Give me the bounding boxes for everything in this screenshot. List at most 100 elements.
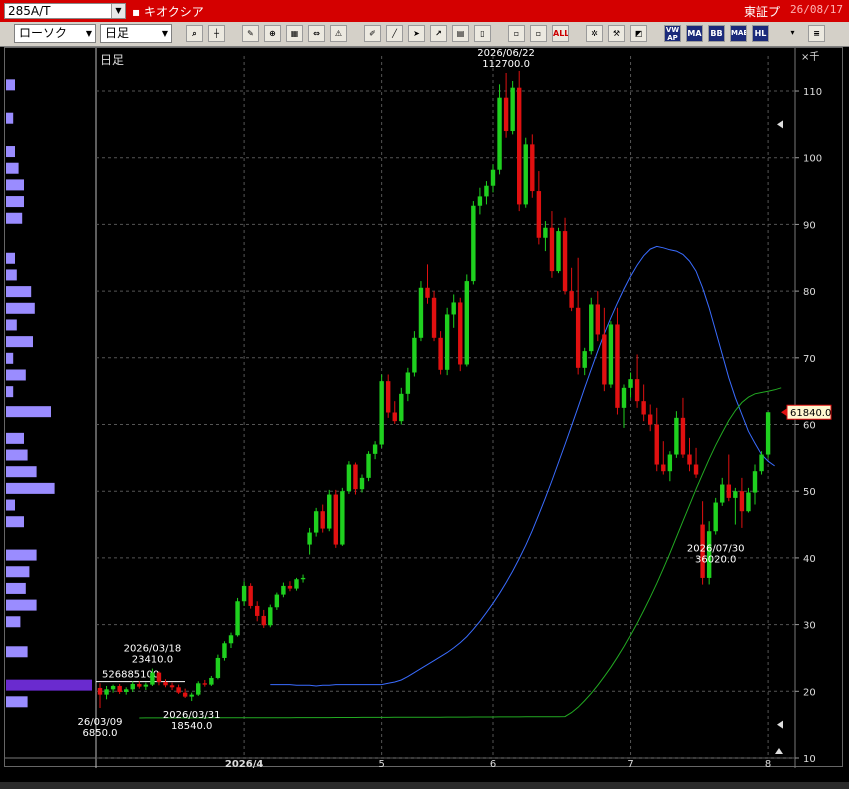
candle-body	[517, 87, 522, 205]
candle-body	[346, 464, 352, 492]
bottom-scrollbar[interactable]	[0, 782, 849, 789]
candle-body	[150, 672, 155, 685]
candle-body	[477, 196, 483, 206]
tools-icon[interactable]: ⚒	[608, 25, 625, 42]
candle-body	[575, 307, 581, 368]
trash-icon[interactable]: ▯	[474, 25, 491, 42]
candle-body	[497, 97, 502, 170]
candle-body	[248, 585, 253, 606]
x-tick-label: 6	[490, 759, 496, 768]
candle-body	[431, 297, 437, 338]
candle-body	[169, 685, 175, 688]
crosshair-icon[interactable]: ┼	[208, 25, 225, 42]
candle-body	[235, 601, 240, 636]
candle-body	[228, 635, 234, 644]
pen-icon[interactable]: ✐	[364, 25, 381, 42]
candle-body	[471, 205, 476, 282]
draw-icon[interactable]: ✎	[242, 25, 259, 42]
line-tool-icon[interactable]: ╱	[386, 25, 403, 42]
x-tick-label: 7	[627, 759, 633, 768]
table-icon[interactable]: ▦	[286, 25, 303, 42]
candle-body	[274, 594, 280, 608]
cursor-icon[interactable]: ↗	[430, 25, 447, 42]
candle-body	[621, 387, 627, 408]
candle-body	[176, 687, 181, 693]
zoom-icon[interactable]: ⊕	[264, 25, 281, 42]
hl-icon[interactable]: HL	[752, 25, 769, 42]
chevron-down-icon: ▼	[85, 29, 92, 38]
candle-body	[484, 185, 489, 197]
volume-profile-bar	[6, 79, 15, 91]
candle-body	[713, 502, 718, 532]
news-icon[interactable]: ⇔	[308, 25, 325, 42]
candle-body	[222, 643, 227, 658]
memo-icon[interactable]: ▤	[452, 25, 469, 42]
candle-body	[320, 511, 325, 529]
candle-body	[759, 454, 764, 472]
candle-body	[104, 689, 109, 695]
chart-area[interactable]: 10 20 30 40 50 60 70 80 90 100 110 2026/4 5 6 7 8 ×千 日足 52…	[4, 47, 844, 770]
candle-body	[327, 494, 332, 529]
list-icon[interactable]: ≡	[808, 25, 825, 42]
volume-profile-bar	[6, 252, 15, 264]
y-tick-label: 10	[803, 754, 816, 765]
mae-icon[interactable]: MAE	[730, 25, 747, 42]
volume-profile-bar	[6, 566, 30, 578]
candle-body	[687, 454, 692, 465]
candle-body	[693, 464, 699, 475]
symbol-input[interactable]: 285A/T ▼	[4, 3, 126, 19]
candle-body	[674, 417, 679, 455]
candle-body	[405, 372, 411, 394]
y-tick-label: 60	[803, 421, 816, 432]
chevron-down-icon: ▼	[161, 29, 168, 38]
candle-body	[569, 291, 574, 308]
x-tick-label: 8	[765, 759, 771, 768]
candle-body	[130, 683, 135, 690]
alert-icon[interactable]: ⚠	[330, 25, 347, 42]
settings-icon[interactable]: ✲	[586, 25, 603, 42]
candle-body	[752, 471, 758, 493]
candle-body	[661, 464, 666, 472]
volume-profile-bar	[6, 146, 15, 158]
box2-icon[interactable]: ▫	[530, 25, 547, 42]
candle-body	[340, 491, 345, 545]
y-tick-label: 110	[803, 87, 822, 98]
volume-profile-bar	[6, 466, 37, 478]
annotation-value: 112700.0	[482, 59, 530, 70]
expand-icon[interactable]: ▾	[784, 25, 801, 42]
candle-body	[595, 304, 600, 335]
pointer-icon[interactable]: ➤	[408, 25, 425, 42]
stock-name: ▪ キオクシア	[132, 5, 204, 19]
palette-icon[interactable]: ◩	[630, 25, 647, 42]
bb-icon[interactable]: BB	[708, 25, 725, 42]
candle-body	[765, 412, 771, 455]
chart-type-select[interactable]: ローソク ▼	[14, 24, 96, 43]
period-select[interactable]: 日足 ▼	[100, 24, 172, 43]
chart-type-value: ローソク	[19, 26, 68, 40]
chevron-down-icon[interactable]: ▼	[111, 4, 125, 18]
vwap-icon[interactable]: VW AP	[664, 25, 681, 42]
volume-profile-bar	[6, 179, 24, 191]
volume-profile-bar	[6, 369, 26, 381]
candle-body	[438, 337, 443, 370]
candle-body	[379, 381, 384, 445]
volume-profile-bar	[6, 302, 35, 314]
volume-profile-bar	[6, 432, 24, 444]
candle-body	[366, 453, 371, 478]
annotation-value: 18540.0	[171, 721, 212, 732]
candle-body	[143, 684, 149, 687]
box-icon[interactable]: ▫	[508, 25, 525, 42]
search-icon[interactable]: ⌕	[186, 25, 203, 42]
annotation-date: 2026/07/30	[687, 544, 745, 555]
candle-body	[110, 685, 116, 690]
y-tick-label: 100	[803, 154, 822, 165]
candle-body	[418, 287, 424, 338]
ma-icon[interactable]: MA	[686, 25, 703, 42]
candlestick-chart[interactable]: 1020304050607080901001102026/4 5 6 7 8×千日足52…	[5, 48, 844, 770]
candle-body	[189, 694, 194, 697]
all-icon[interactable]: ALL	[552, 25, 569, 42]
volume-profile-bar	[6, 406, 51, 418]
candle-body	[137, 683, 142, 687]
candle-body	[386, 381, 391, 413]
candle-body	[372, 444, 378, 454]
